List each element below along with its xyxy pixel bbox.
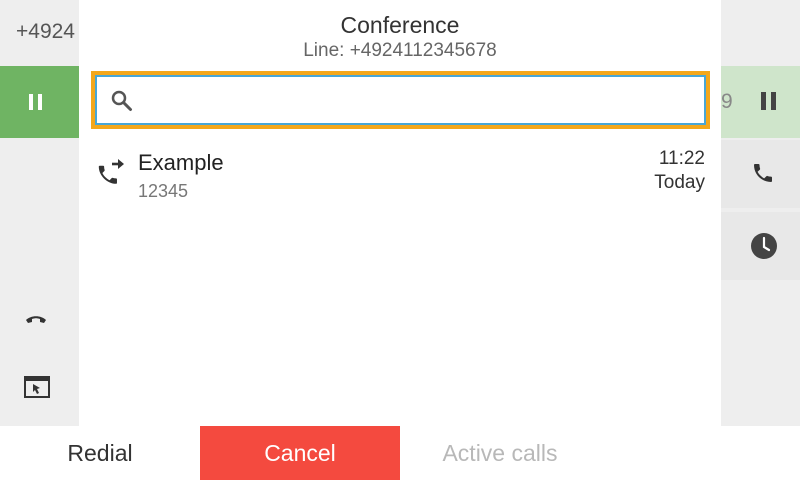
entry-name: Example	[138, 150, 224, 175]
pause-icon	[761, 92, 776, 110]
entry-time: 11:22	[658, 148, 705, 169]
background-call-number: +4924	[16, 20, 75, 43]
background-call-digit: 9	[721, 90, 733, 113]
search-icon	[111, 90, 132, 111]
screen-share-icon[interactable]	[24, 376, 50, 398]
entry-number: 12345	[138, 181, 189, 201]
phone-icon	[754, 164, 772, 182]
entry-date: Today	[654, 172, 705, 193]
search-focus-ring	[91, 71, 710, 129]
softkey-bar: Redial Cancel Active calls	[0, 426, 800, 480]
history-button[interactable]	[721, 212, 800, 280]
conference-dialog: Conference Line: +4924112345678 Example …	[79, 0, 721, 426]
end-call-icon[interactable]	[24, 312, 48, 326]
call-button[interactable]	[721, 140, 800, 208]
pause-icon	[29, 94, 43, 110]
active-calls-button[interactable]: Active calls	[400, 426, 600, 480]
dialog-title: Conference	[340, 12, 460, 38]
list-item[interactable]: Example 12345 11:22 Today	[79, 140, 721, 210]
search-field[interactable]	[95, 75, 706, 125]
cancel-button[interactable]: Cancel	[200, 426, 400, 480]
redial-button[interactable]: Redial	[0, 426, 200, 480]
dialog-subtitle: Line: +4924112345678	[303, 40, 497, 61]
right-hold-button[interactable]: 9	[721, 66, 800, 138]
background-left-panel	[0, 0, 79, 426]
outgoing-call-icon	[98, 159, 124, 184]
search-input[interactable]	[143, 85, 687, 115]
left-hold-button[interactable]	[0, 66, 79, 138]
clock-icon	[751, 233, 777, 259]
